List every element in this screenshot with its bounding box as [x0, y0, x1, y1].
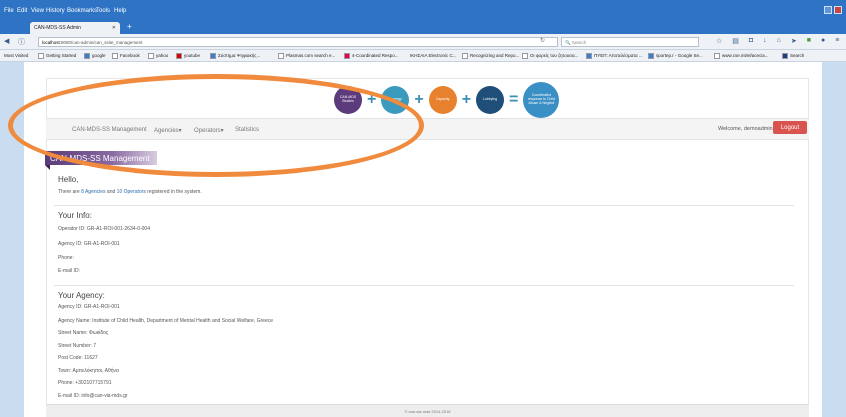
close-window-icon[interactable]	[834, 6, 842, 14]
logo-can-mds-studies: CAN-MDS Studies	[334, 86, 362, 114]
bookmark-item[interactable]: Οι φορείς του ζητουσα...	[522, 53, 578, 59]
logo-lobbying: Lobbying	[476, 86, 505, 114]
browser-tools: ☆ ▤ ◘ ↓ ⌂ ➤ ■ ● ≡	[716, 37, 839, 45]
agency-id: Agency ID: GR-A1-ROI-001	[58, 241, 120, 247]
operator-id: Operator ID: GR-A1-ROI-001-2634-0-004	[58, 226, 150, 232]
bookmark-item[interactable]: Facebook	[112, 53, 140, 59]
street-number: Street Number: 7	[58, 343, 97, 349]
search-placeholder: Search	[571, 40, 587, 45]
operators-link[interactable]: 10 Operators	[117, 189, 146, 195]
welcome-text: Welcome, demoadmin	[718, 126, 773, 132]
bookmark-item[interactable]: google	[84, 53, 106, 59]
registration-summary: There are 8 Agencies and 10 Operators re…	[58, 189, 202, 195]
logo-capacity: Capacity	[428, 86, 457, 114]
your-agency-heading: Your Agency:	[58, 291, 105, 300]
close-tab-icon[interactable]: ✕	[112, 25, 116, 31]
page-footer: © can-via-mds 2014-2016	[46, 404, 809, 417]
divider	[54, 285, 794, 286]
url-path: :8080/can-admin/can_ssite_management	[59, 40, 143, 45]
search-input[interactable]: 🔍 Search	[561, 37, 699, 47]
home-icon[interactable]: ⌂	[777, 37, 781, 45]
agency-phone: Phone: +302107715791	[58, 380, 112, 386]
url-bar[interactable]: localhost:8080/can-admin/can_ssite_manag…	[38, 37, 558, 47]
minimize-icon[interactable]	[824, 6, 832, 14]
phone: Phone:	[58, 255, 74, 261]
post-code: Post Code: 11627	[58, 355, 98, 361]
bookmark-item[interactable]: www.cse.int/el/acecia...	[714, 53, 769, 59]
nav-statistics-link[interactable]: Statistics	[235, 127, 259, 133]
plus-icon: +	[461, 91, 472, 108]
download-icon[interactable]: ↓	[763, 37, 767, 45]
menu-view[interactable]: View	[31, 8, 44, 14]
nav-operators-dropdown[interactable]: Operators▾	[194, 127, 224, 134]
banner-fold	[45, 165, 50, 170]
bookmark-item[interactable]: youtube	[176, 53, 200, 59]
bookmark-item[interactable]: Most Visited	[4, 53, 28, 58]
hamburger-menu-icon[interactable]: ≡	[835, 37, 839, 45]
back-icon[interactable]: ◀	[4, 37, 9, 45]
bookmark-item[interactable]: Plasmas.com search e...	[278, 53, 335, 59]
nav-brand-link[interactable]: CAN-MDS-SS Management	[72, 127, 147, 133]
send-icon[interactable]: ➤	[791, 37, 797, 45]
search-icon: 🔍	[565, 40, 571, 45]
logo-coordinated-response: Coordinated response to Child Abuse & Ne…	[523, 82, 560, 118]
app-navbar: CAN-MDS-SS Management Agencies▾ Operator…	[46, 118, 809, 140]
bookmark-item[interactable]: sportep.r - Google Se...	[648, 53, 703, 59]
email: E-mail ID:	[58, 268, 80, 274]
menu-file[interactable]: File	[4, 8, 14, 14]
browser-tab[interactable]: CAN-MDS-SS Admin ✕	[30, 22, 120, 34]
window-controls	[824, 6, 842, 14]
plus-icon: +	[414, 91, 424, 108]
divider	[54, 205, 794, 206]
logout-button[interactable]: Logout	[773, 121, 807, 134]
reload-icon[interactable]: ↻	[540, 37, 545, 44]
menu-history[interactable]: History	[46, 8, 65, 14]
info-icon[interactable]: ⓘ	[18, 37, 25, 47]
menu-bookmarks[interactable]: Bookmarks	[67, 8, 97, 14]
browser-menubar: File Edit View History Bookmarks Tools H…	[0, 0, 846, 20]
plus-icon: +	[367, 91, 377, 108]
bookmark-item[interactable]: yahoo	[148, 53, 168, 59]
bookmark-item[interactable]: 4-Coordinated Respo...	[344, 53, 399, 59]
page-title-banner: CAN-MDS-SS Management	[45, 151, 157, 165]
menu-help[interactable]: Help	[114, 8, 126, 14]
bookmark-item[interactable]: ΠΥΕΠ: Αποτελέσματα ...	[586, 53, 643, 59]
equals-icon: =	[509, 91, 519, 108]
menu-tools[interactable]: Tools	[96, 8, 110, 14]
reader-icon[interactable]: ▤	[732, 37, 739, 45]
agency-email: E-mail ID: info@can-via-mds.gr	[58, 393, 128, 399]
agencies-link[interactable]: 8 Agencies	[81, 189, 105, 195]
agency-name: Agency Name: Institute of Child Health, …	[58, 318, 274, 324]
extension-icon[interactable]: ■	[807, 37, 811, 45]
bookmark-item[interactable]: Σύστημα Ψηφιακής...	[210, 53, 260, 59]
page-background-left	[0, 62, 24, 417]
tab-title: CAN-MDS-SS Admin	[34, 25, 81, 31]
your-info-heading: Your Info:	[58, 211, 92, 220]
bookmarks-toolbar: Most Visited Getting Started google Face…	[0, 50, 846, 62]
new-tab-button[interactable]: +	[127, 22, 132, 31]
url-host: localhost	[42, 40, 60, 45]
bookmark-item[interactable]: ΙΚΗΣΑΙΑ Electronic C...	[410, 53, 457, 58]
bookmark-item[interactable]: Search	[782, 53, 804, 59]
bookmark-star-icon[interactable]: ☆	[716, 37, 722, 45]
hello-heading: Hello,	[58, 175, 79, 184]
sync-icon[interactable]: ●	[821, 37, 825, 45]
logo-synergy: Synergy	[381, 86, 410, 114]
menu-edit[interactable]: Edit	[17, 8, 27, 14]
bookmark-item[interactable]: Recognizing and Repo...	[462, 53, 519, 59]
town: Town: Αμπελόκηποι, Αθήνα	[58, 368, 119, 374]
agency-id: Agency ID: GR-A1-ROI-001	[58, 304, 120, 310]
page-background-right	[822, 62, 846, 417]
nav-agencies-dropdown[interactable]: Agencies▾	[154, 127, 182, 134]
project-logo-banner: CAN-MDS Studies + Synergy + Capacity + L…	[334, 82, 560, 118]
bookmark-item[interactable]: Getting Started	[38, 53, 76, 59]
street-name: Street Name: Φωκίδος	[58, 330, 109, 336]
pocket-icon[interactable]: ◘	[749, 37, 753, 45]
